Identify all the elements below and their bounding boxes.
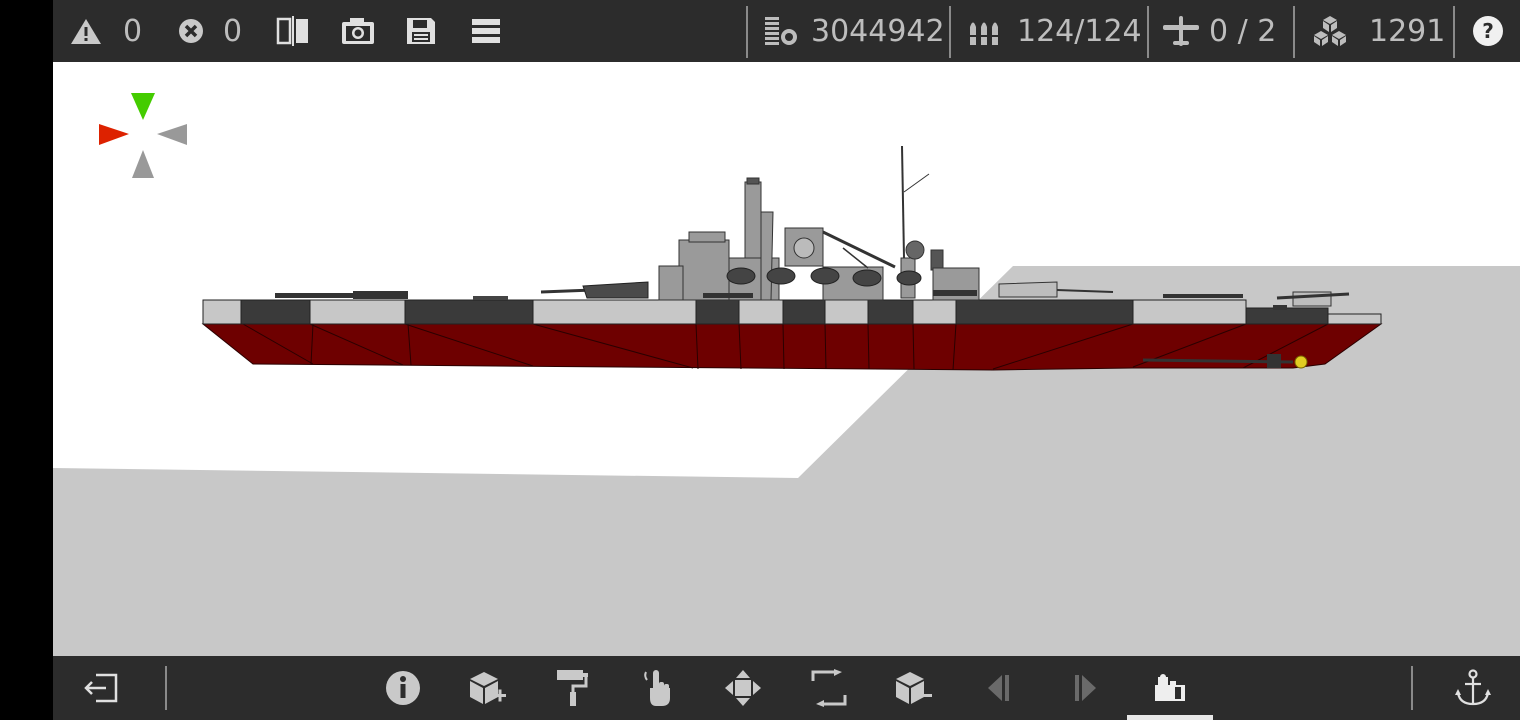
save-icon (405, 16, 437, 46)
cost-indicator: 3044942 (763, 0, 945, 62)
save-button[interactable] (405, 0, 437, 62)
scale-button[interactable] (799, 656, 859, 720)
bottombar-separator (165, 666, 167, 710)
parts-indicator: 1291 (1311, 0, 1445, 62)
warnings-count: 0 (123, 13, 143, 49)
add-part-button[interactable] (457, 656, 517, 720)
info-button[interactable] (373, 656, 433, 720)
axis-up-arrow[interactable] (131, 93, 155, 120)
remove-part-icon (892, 669, 934, 707)
hull-upper-camo (202, 299, 1382, 325)
top-toolbar: 0 0 3044942 124/124 0 / 2 1291 ? (53, 0, 1520, 62)
redo-icon (1070, 672, 1100, 704)
move-icon (724, 669, 762, 707)
remove-part-button[interactable] (883, 656, 943, 720)
bottombar-separator (1411, 666, 1413, 710)
battleship-model[interactable] (201, 145, 1383, 371)
active-tool-indicator (1127, 715, 1213, 720)
anchor-icon (1455, 669, 1491, 707)
mirror-button[interactable] (275, 0, 311, 62)
cost-icon (763, 15, 799, 47)
help-button[interactable]: ? (1471, 0, 1505, 62)
ammo-indicator: 124/124 (967, 0, 1142, 62)
topbar-separator (949, 6, 951, 58)
select-button[interactable] (629, 656, 689, 720)
scene-canvas[interactable] (53, 62, 1520, 656)
errors-indicator[interactable]: 0 (177, 0, 242, 62)
ammo-value: 124/124 (1017, 13, 1142, 49)
topbar-separator (1293, 6, 1295, 58)
paint-roller-icon (555, 668, 591, 708)
help-icon: ? (1471, 14, 1505, 48)
camera-icon (340, 16, 376, 46)
svg-text:?: ? (1482, 19, 1494, 43)
view-mode-button[interactable] (1140, 656, 1200, 720)
aircraft-indicator: 0 / 2 (1161, 0, 1276, 62)
undo-button[interactable] (969, 656, 1029, 720)
undo-icon (984, 672, 1014, 704)
aircraft-value: 0 / 2 (1209, 13, 1277, 49)
topbar-separator (1147, 6, 1149, 58)
menu-button[interactable] (471, 0, 501, 62)
axis-down-arrow[interactable] (132, 150, 154, 178)
paint-button[interactable] (543, 656, 603, 720)
cost-value: 3044942 (811, 13, 945, 49)
info-icon (385, 670, 421, 706)
ammo-icon (967, 15, 1003, 47)
errors-count: 0 (223, 13, 243, 49)
topbar-separator (746, 6, 748, 58)
hull-lower (201, 323, 1383, 371)
anchor-button[interactable] (1443, 656, 1503, 720)
hand-pointer-icon (642, 668, 676, 708)
add-part-icon (466, 669, 508, 707)
axis-left-arrow[interactable] (99, 124, 129, 145)
view-mode-icon (1153, 673, 1187, 703)
parts-icon (1311, 14, 1349, 48)
move-button[interactable] (713, 656, 773, 720)
redo-button[interactable] (1055, 656, 1115, 720)
topbar-separator (1453, 6, 1455, 58)
left-black-strip (0, 0, 53, 720)
exit-button[interactable] (71, 656, 131, 720)
warnings-indicator[interactable]: 0 (69, 0, 142, 62)
airplane-icon (1161, 14, 1201, 48)
warning-triangle-icon (69, 16, 103, 46)
error-x-icon (177, 17, 205, 45)
axis-gizmo[interactable] (99, 93, 187, 178)
scale-icon (810, 669, 848, 707)
menu-icon (471, 17, 501, 45)
editor-viewport[interactable] (53, 62, 1520, 656)
mirror-icon (275, 16, 311, 46)
exit-icon (82, 672, 120, 704)
axis-right-arrow[interactable] (157, 124, 187, 145)
bottom-toolbar (53, 656, 1520, 720)
parts-value: 1291 (1369, 13, 1446, 49)
screenshot-button[interactable] (340, 0, 376, 62)
